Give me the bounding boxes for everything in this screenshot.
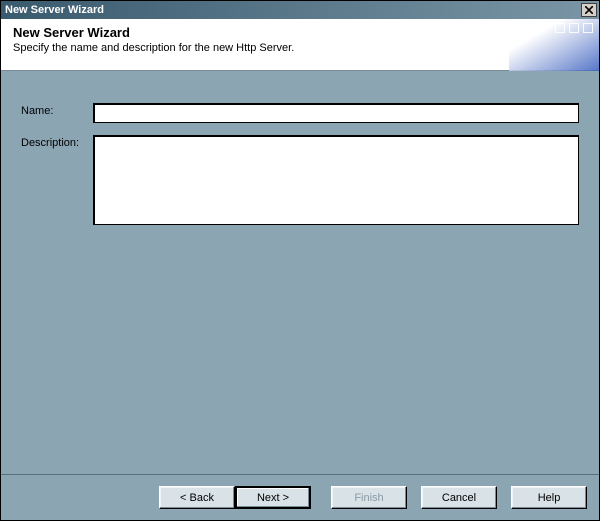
page-title: New Server Wizard	[13, 25, 587, 40]
help-button[interactable]: Help	[511, 486, 587, 509]
close-button[interactable]	[581, 3, 597, 17]
header-decoration	[509, 19, 599, 71]
decoration-square-icon	[583, 23, 593, 33]
wizard-content: Name: Description:	[1, 71, 599, 474]
wizard-window: New Server Wizard New Server Wizard Spec…	[0, 0, 600, 521]
name-row: Name:	[21, 103, 579, 123]
close-icon	[585, 6, 593, 14]
decoration-square-icon	[569, 23, 579, 33]
titlebar: New Server Wizard	[1, 1, 599, 19]
next-button[interactable]: Next >	[235, 486, 311, 509]
name-input[interactable]	[93, 103, 579, 123]
window-title: New Server Wizard	[5, 1, 104, 19]
finish-button[interactable]: Finish	[331, 486, 407, 509]
decoration-square-icon	[555, 23, 565, 33]
description-input[interactable]	[93, 135, 579, 225]
wizard-header: New Server Wizard Specify the name and d…	[1, 19, 599, 71]
back-button[interactable]: < Back	[159, 486, 235, 509]
description-label: Description:	[21, 135, 93, 149]
name-label: Name:	[21, 103, 93, 117]
nav-button-group: < Back Next >	[159, 486, 311, 509]
description-row: Description:	[21, 135, 579, 225]
wizard-footer: < Back Next > Finish Cancel Help	[1, 474, 599, 520]
page-subtitle: Specify the name and description for the…	[13, 42, 587, 54]
cancel-button[interactable]: Cancel	[421, 486, 497, 509]
